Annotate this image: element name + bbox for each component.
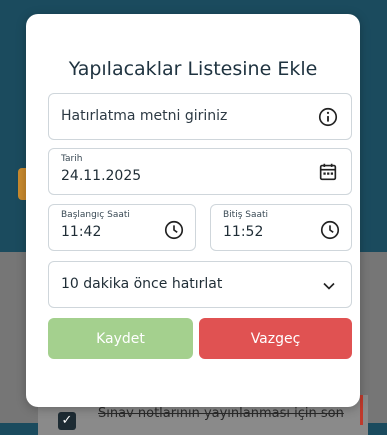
start-time-value: 11:42 <box>61 224 102 240</box>
background-task-text: Sınav notlarının yayınlanması için son <box>98 406 344 421</box>
reminder-text-input[interactable]: Hatırlatma metni giriniz <box>48 93 352 140</box>
chevron-down-icon[interactable] <box>319 276 339 296</box>
add-to-todo-dialog: Yapılacaklar Listesine Ekle Hatırlatma m… <box>26 14 360 407</box>
date-value: 24.11.2025 <box>61 168 142 184</box>
end-time-field[interactable]: Bitiş Saati 11:52 <box>210 204 352 251</box>
clock-icon[interactable] <box>319 219 341 241</box>
save-button[interactable]: Kaydet <box>48 318 193 359</box>
reminder-time-select[interactable]: 10 dakika önce hatırlat <box>48 261 352 308</box>
end-time-label: Bitiş Saati <box>223 210 269 220</box>
date-field[interactable]: Tarih 24.11.2025 <box>48 148 352 195</box>
cancel-button[interactable]: Vazgeç <box>199 318 352 359</box>
task-checkbox: ✓ <box>58 412 76 430</box>
reminder-placeholder: Hatırlatma metni giriniz <box>61 108 228 124</box>
calendar-icon[interactable] <box>317 161 339 183</box>
dialog-title: Yapılacaklar Listesine Ekle <box>68 58 318 80</box>
reminder-time-value: 10 dakika önce hatırlat <box>61 276 223 292</box>
end-time-value: 11:52 <box>223 224 264 240</box>
clock-icon[interactable] <box>163 219 185 241</box>
start-time-label: Başlangıç Saati <box>61 210 130 220</box>
task-priority-bar <box>360 395 363 425</box>
info-icon[interactable] <box>317 106 339 128</box>
date-label: Tarih <box>61 154 83 164</box>
start-time-field[interactable]: Başlangıç Saati 11:42 <box>48 204 196 251</box>
